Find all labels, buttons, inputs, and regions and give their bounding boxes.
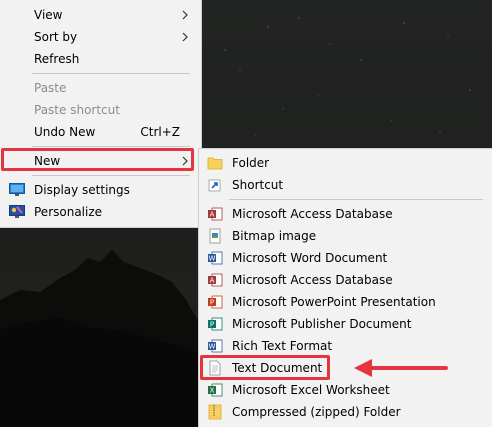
chevron-right-icon — [182, 32, 188, 42]
submenu-item-label: Shortcut — [232, 178, 284, 192]
submenu-item-label: Bitmap image — [232, 229, 317, 243]
access-icon: A — [208, 207, 223, 221]
highlight-box-text-document — [200, 355, 330, 380]
submenu-item-publisher-document[interactable]: P Microsoft Publisher Document — [199, 313, 491, 335]
display-settings-icon — [9, 183, 25, 196]
menu-item-label: Refresh — [34, 52, 80, 66]
powerpoint-icon: P — [208, 295, 223, 309]
menu-item-personalize[interactable]: Personalize — [0, 201, 200, 223]
menu-item-label: View — [34, 8, 63, 22]
menu-separator — [229, 199, 483, 200]
svg-text:W: W — [209, 255, 216, 263]
menu-item-label: Paste shortcut — [34, 103, 120, 117]
access-icon: A — [208, 273, 223, 287]
submenu-item-access-database[interactable]: A Microsoft Access Database — [199, 203, 491, 225]
highlight-box-new — [1, 148, 194, 171]
submenu-item-rich-text-format[interactable]: W Rich Text Format — [199, 335, 491, 357]
menu-separator — [32, 175, 190, 176]
svg-text:A: A — [210, 211, 215, 219]
submenu-item-label: Microsoft Access Database — [232, 207, 393, 221]
menu-item-paste[interactable]: Paste — [0, 77, 200, 99]
submenu-item-shortcut[interactable]: Shortcut — [199, 174, 491, 196]
menu-item-refresh[interactable]: Refresh — [0, 48, 200, 70]
svg-text:P: P — [210, 299, 214, 307]
menu-item-label: Sort by — [34, 30, 78, 44]
menu-item-label: Paste — [34, 81, 67, 95]
svg-text:X: X — [210, 387, 215, 395]
menu-item-label: Undo New — [34, 125, 96, 139]
svg-text:P: P — [210, 321, 214, 329]
menu-item-sort-by[interactable]: Sort by — [0, 26, 200, 48]
menu-separator — [32, 146, 190, 147]
submenu-item-compressed-folder[interactable]: Compressed (zipped) Folder — [199, 401, 491, 423]
submenu-item-excel-worksheet[interactable]: X Microsoft Excel Worksheet — [199, 379, 491, 401]
submenu-item-powerpoint-presentation[interactable]: P Microsoft PowerPoint Presentation — [199, 291, 491, 313]
submenu-item-access-database-2[interactable]: A Microsoft Access Database — [199, 269, 491, 291]
zip-folder-icon — [208, 404, 222, 420]
publisher-icon: P — [208, 317, 223, 331]
submenu-item-label: Compressed (zipped) Folder — [232, 405, 401, 419]
submenu-item-label: Microsoft Publisher Document — [232, 317, 412, 331]
submenu-item-bitmap-image[interactable]: Bitmap image — [199, 225, 491, 247]
submenu-item-label: Microsoft Word Document — [232, 251, 388, 265]
svg-text:A: A — [210, 277, 215, 285]
submenu-item-folder[interactable]: Folder — [199, 152, 491, 174]
folder-icon — [207, 157, 223, 170]
menu-item-view[interactable]: View — [0, 4, 200, 26]
chevron-right-icon — [182, 10, 188, 20]
menu-item-paste-shortcut[interactable]: Paste shortcut — [0, 99, 200, 121]
submenu-item-word-document[interactable]: W Microsoft Word Document — [199, 247, 491, 269]
menu-item-label: Display settings — [34, 183, 130, 197]
submenu-item-label: Rich Text Format — [232, 339, 333, 353]
submenu-item-label: Microsoft Excel Worksheet — [232, 383, 390, 397]
menu-item-undo-new[interactable]: Undo New Ctrl+Z — [0, 121, 200, 143]
new-submenu: Folder Shortcut A Microsoft Access Datab… — [198, 148, 492, 427]
shortcut-icon — [208, 179, 221, 192]
submenu-item-label: Folder — [232, 156, 270, 170]
menu-item-shortcut: Ctrl+Z — [140, 125, 180, 139]
desktop[interactable]: View Sort by Refresh Paste Paste shortcu… — [0, 0, 492, 427]
menu-separator — [32, 73, 190, 74]
menu-item-display-settings[interactable]: Display settings — [0, 179, 200, 201]
bitmap-icon — [209, 228, 221, 244]
menu-item-label: Personalize — [34, 205, 103, 219]
svg-text:W: W — [209, 343, 216, 351]
submenu-item-label: Microsoft PowerPoint Presentation — [232, 295, 436, 309]
red-arrow-icon — [354, 359, 448, 377]
excel-icon: X — [208, 383, 223, 397]
desktop-context-menu: View Sort by Refresh Paste Paste shortcu… — [0, 0, 202, 228]
word-icon: W — [208, 251, 223, 265]
submenu-item-label: Microsoft Access Database — [232, 273, 393, 287]
rtf-icon: W — [208, 339, 223, 353]
personalize-icon — [9, 205, 25, 218]
